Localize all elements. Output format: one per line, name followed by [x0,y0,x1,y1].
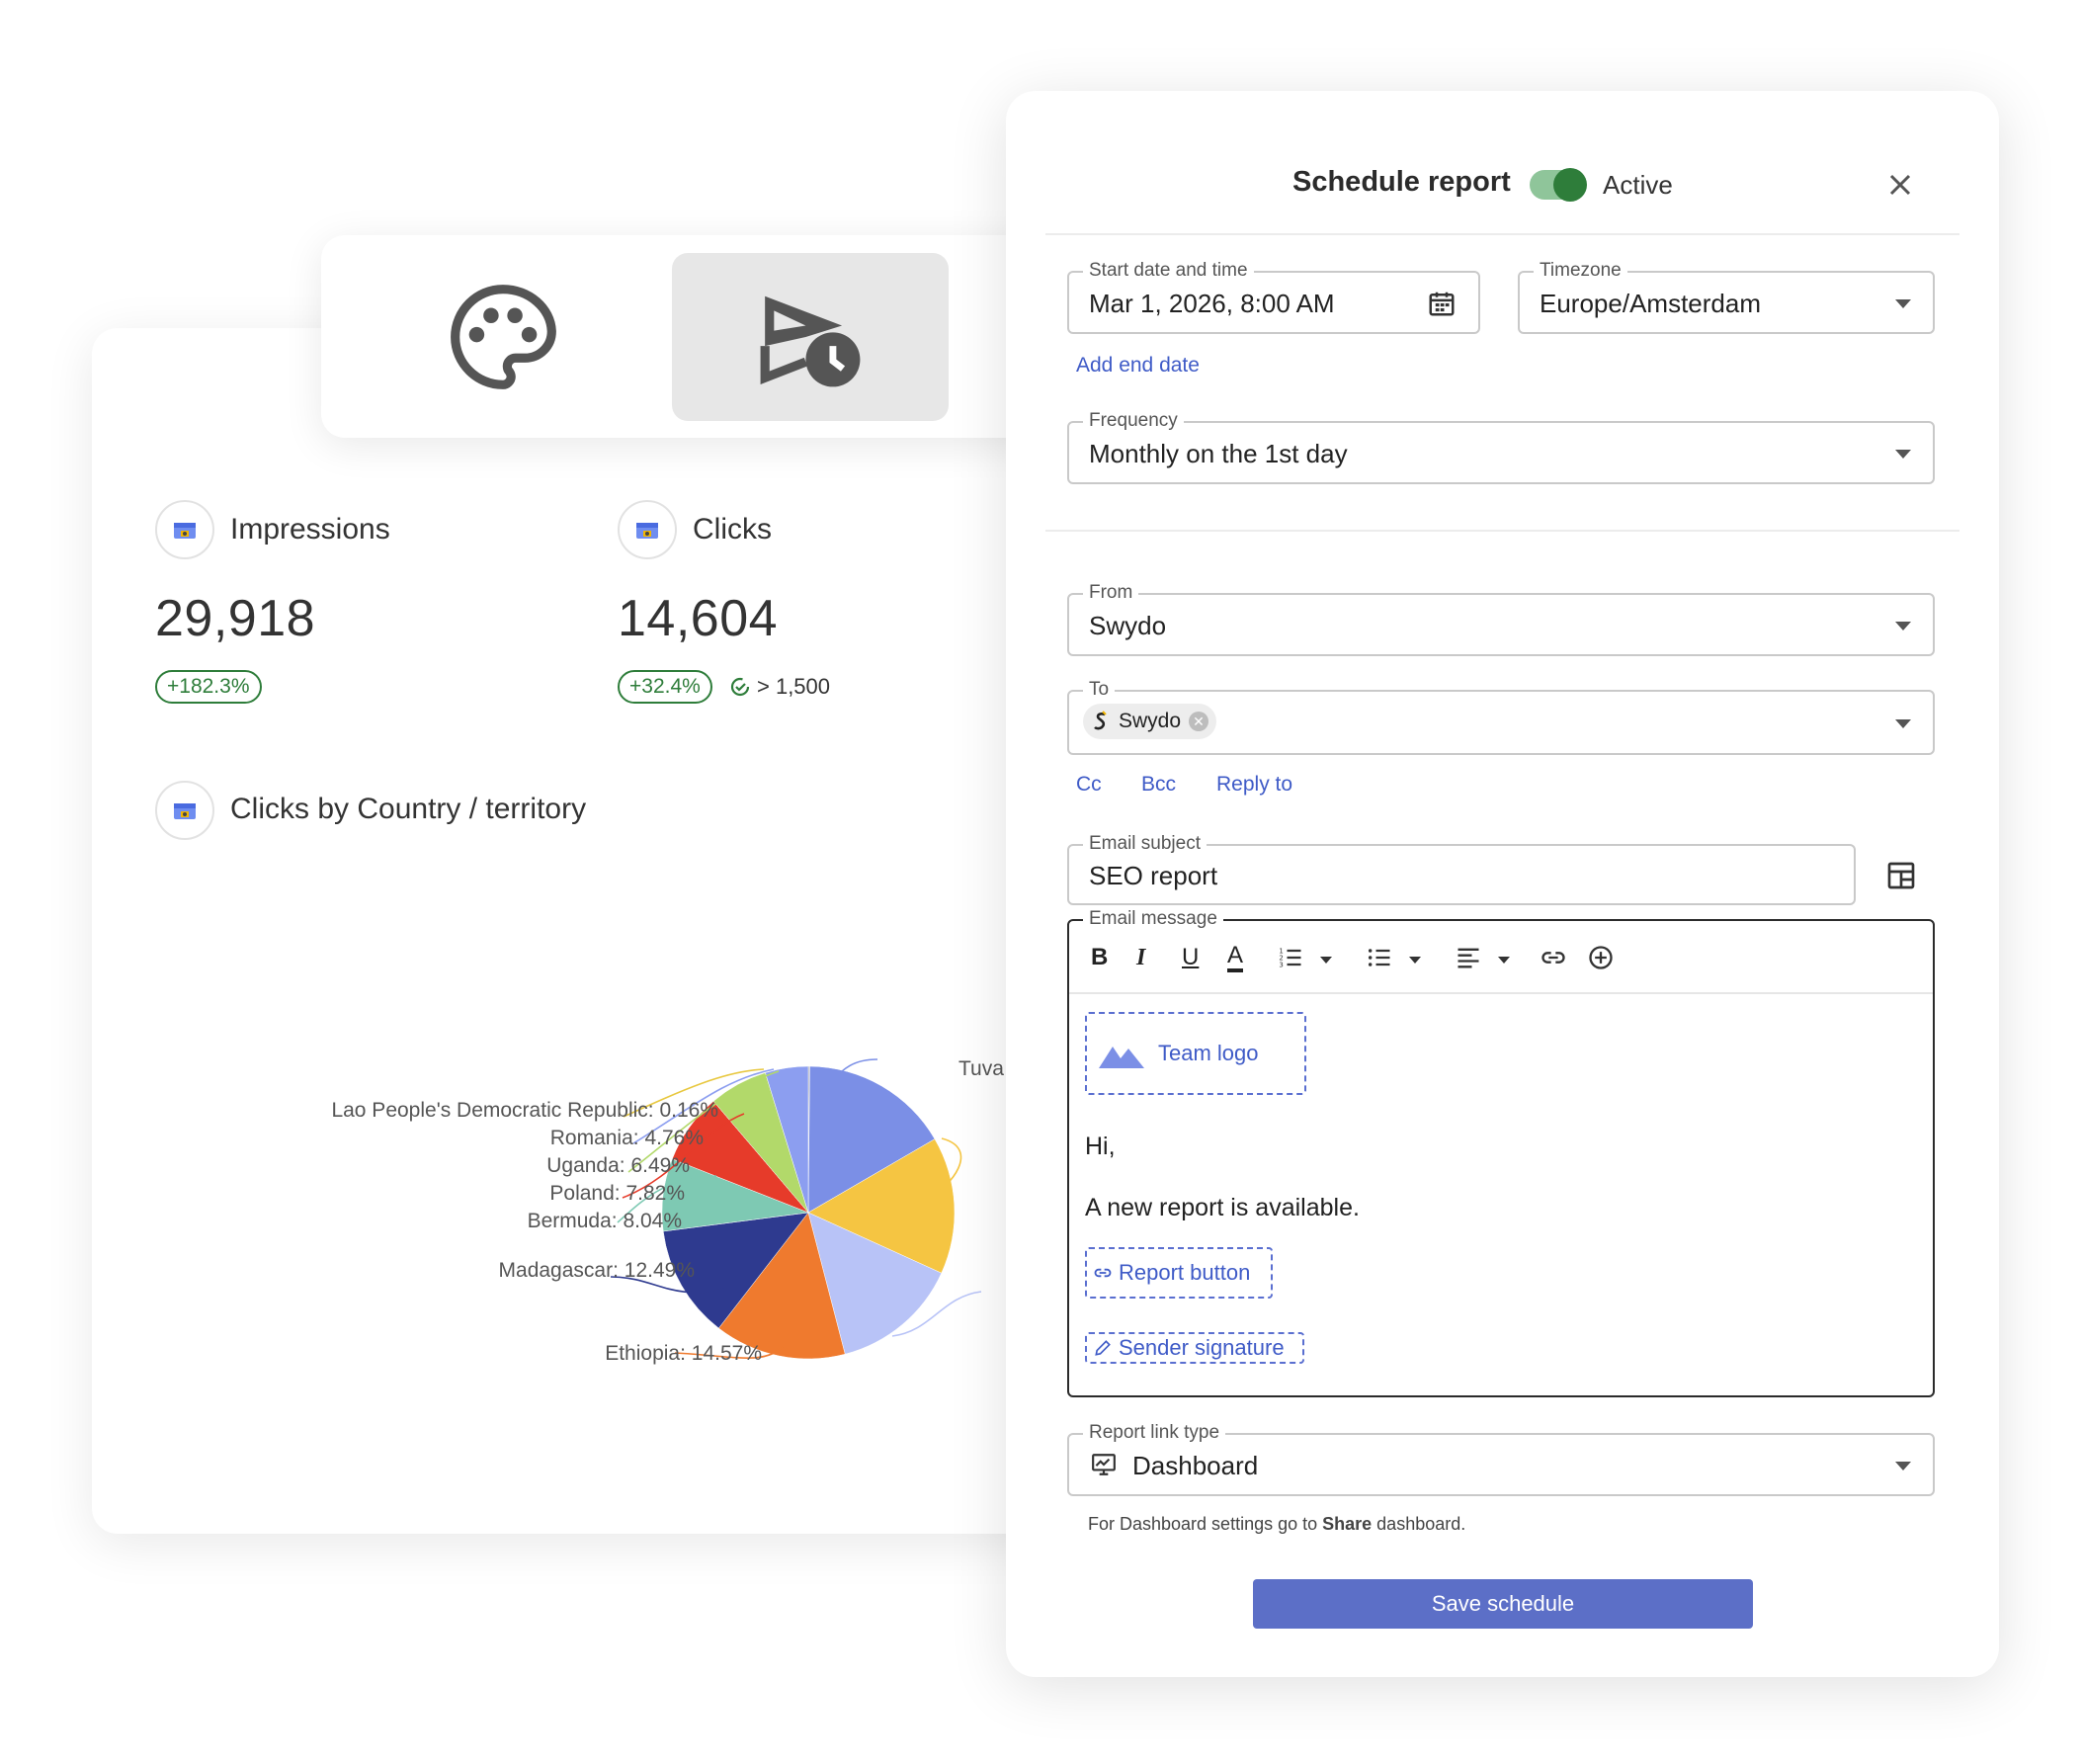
chevron-down-icon[interactable] [1320,957,1332,964]
sender-signature-label: Sender signature [1119,1335,1285,1360]
template-icon [1887,862,1915,889]
frequency-label: Frequency [1083,409,1184,433]
pie-label-romania: Romania: 4.76% [549,1127,704,1149]
link-icon[interactable] [1540,943,1567,972]
from-value: Swydo [1089,611,1167,640]
start-date-value: Mar 1, 2026, 8:00 AM [1089,289,1335,318]
timezone-value: Europe/Amsterdam [1540,289,1761,318]
chevron-down-icon [1895,1462,1911,1470]
frequency-value: Monthly on the 1st day [1089,439,1348,468]
timezone-label: Timezone [1534,259,1627,283]
numbered-list-icon[interactable]: 123 [1277,943,1304,972]
italic-button[interactable]: I [1136,943,1145,972]
schedule-report-dialog: Schedule report Active Start date and ti… [1006,91,1999,1677]
dashboard-monitor-icon [1092,1454,1116,1475]
recipient-chip-label: Swydo [1119,710,1182,732]
team-logo-label: Team logo [1158,1041,1259,1065]
header-divider [1045,233,1959,235]
close-button[interactable] [1883,168,1917,202]
close-icon [1889,174,1911,196]
pie-label-madagascar: Madagascar: 12.49% [498,1259,695,1282]
pie-label-ethiopia: Ethiopia: 14.57% [605,1342,762,1365]
chevron-down-icon[interactable] [1409,957,1421,964]
pie-label-poland: Poland: 7.82% [549,1182,685,1205]
email-subject-field[interactable]: Email subject SEO report [1067,832,1856,905]
templates-button[interactable] [1885,860,1917,896]
bcc-link[interactable]: Bcc [1141,773,1176,797]
pie-label-uganda: Uganda: 6.49% [546,1154,690,1177]
section-divider [1045,530,1959,532]
editor-toolbar: B I U A 123 [1069,921,1933,994]
message-body-text: A new report is available. [1085,1194,1360,1221]
hint-prefix: For Dashboard settings go to [1088,1514,1323,1534]
pie-label-tuva: Tuva [958,1057,1004,1080]
chevron-down-icon [1895,622,1911,630]
report-link-type-value: Dashboard [1132,1451,1259,1480]
text-color-button[interactable]: A [1227,942,1244,972]
insert-plus-icon[interactable] [1587,943,1615,972]
report-actions-toolbar [321,235,1072,438]
email-subject-value: SEO report [1089,861,1218,890]
cc-link[interactable]: Cc [1076,773,1102,797]
to-label: To [1083,678,1116,702]
underline-button[interactable]: U [1182,943,1199,972]
recipient-chip[interactable]: Swydo ✕ [1083,704,1217,739]
chevron-down-icon[interactable] [1498,957,1510,964]
bullet-list-icon[interactable] [1366,943,1393,972]
sender-signature-placeholder[interactable]: Sender signature [1085,1332,1304,1364]
align-left-icon[interactable] [1455,943,1482,972]
schedule-send-icon [760,295,861,387]
email-message-editor[interactable]: Email message B I U A 123 Team logo Hi, … [1067,907,1935,1397]
report-button-placeholder[interactable]: Report button [1085,1247,1273,1299]
add-end-date-link[interactable]: Add end date [1076,354,1200,378]
swydo-logo-icon [1094,711,1107,730]
hint-suffix: dashboard. [1372,1514,1466,1534]
pie-label-lao: Lao People's Democratic Republic: 0.16% [331,1099,718,1122]
frequency-select[interactable]: Frequency Monthly on the 1st day [1067,409,1935,484]
image-icon [1099,1047,1144,1068]
metric-clicks-label: Clicks [693,513,772,546]
save-schedule-button[interactable]: Save schedule [1253,1579,1753,1629]
active-toggle-label: Active [1603,170,1673,200]
report-link-type-label: Report link type [1083,1421,1226,1445]
timezone-select[interactable]: Timezone Europe/Amsterdam [1518,259,1935,334]
reply-to-link[interactable]: Reply to [1216,773,1292,797]
team-logo-placeholder[interactable]: Team logo [1085,1012,1306,1095]
link-icon [1094,1268,1112,1278]
hint-share-link[interactable]: Share [1322,1514,1372,1534]
remove-chip-icon[interactable]: ✕ [1189,712,1209,731]
metric-clicks-value: 14,604 [618,590,779,647]
metric-impressions-label: Impressions [230,513,390,546]
chevron-down-icon [1895,450,1911,459]
dashboard-card: Impressions 29,918 +182.3% Clicks 14,604… [92,328,1139,1534]
dialog-title: Schedule report [1292,166,1511,198]
start-date-field[interactable]: Start date and time Mar 1, 2026, 8:00 AM [1067,259,1480,334]
report-button-label: Report button [1119,1260,1251,1285]
schedule-send-button[interactable] [672,253,949,421]
theme-button[interactable] [365,253,641,421]
svg-text:3: 3 [1279,961,1283,968]
from-select[interactable]: From Swydo [1067,581,1935,656]
pie-label-bermuda: Bermuda: 8.04% [527,1210,682,1232]
palette-icon [451,285,556,389]
to-select[interactable]: To Swydo ✕ [1067,678,1935,755]
greeting-text: Hi, [1085,1133,1116,1160]
bold-button[interactable]: B [1091,943,1108,972]
from-label: From [1083,581,1139,605]
pie-chart [610,1058,982,1360]
chevron-down-icon [1895,299,1911,308]
email-subject-label: Email subject [1083,832,1207,856]
pencil-icon [1095,1340,1111,1356]
start-date-label: Start date and time [1083,259,1254,283]
chevron-down-icon [1895,719,1911,728]
calendar-icon[interactable] [1427,289,1457,318]
dashboard-settings-hint: For Dashboard settings go to Share dashb… [1088,1514,1465,1535]
report-link-type-select[interactable]: Report link type Dashboard [1067,1421,1935,1496]
google-search-console-icon [618,500,677,559]
active-toggle[interactable] [1530,168,1587,202]
google-search-console-icon [155,500,214,559]
metric-impressions-value: 29,918 [155,590,316,647]
